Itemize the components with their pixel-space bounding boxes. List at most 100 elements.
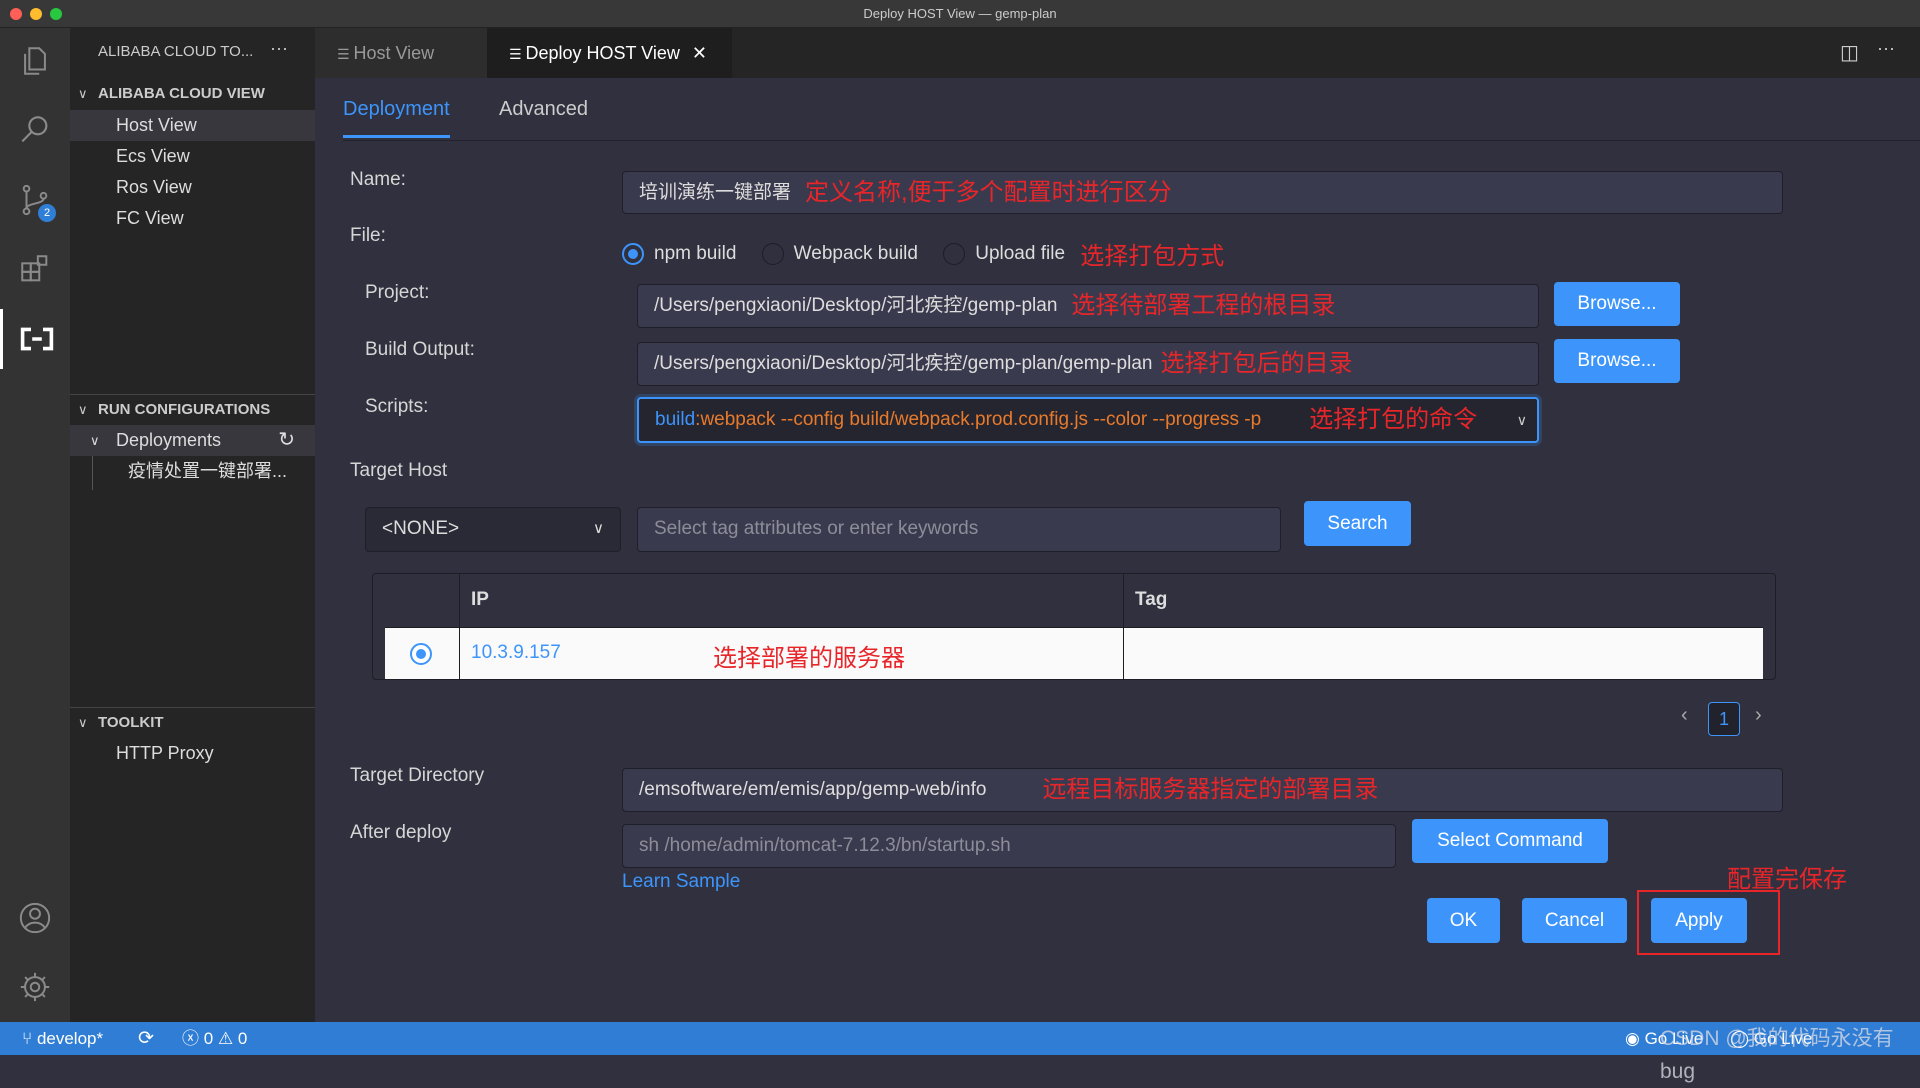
extensions-icon[interactable] [0, 239, 70, 299]
close-window-button[interactable] [10, 8, 22, 20]
account-icon[interactable] [0, 888, 70, 948]
chevron-down-icon[interactable]: ∨ [78, 402, 88, 418]
annotation: 选择部署的服务器 [713, 645, 905, 672]
annotation: 定义名称,便于多个配置时进行区分 [805, 179, 1172, 206]
script-command: webpack --config build/webpack.prod.conf… [700, 409, 1262, 431]
sidebar-item-http-proxy[interactable]: HTTP Proxy [70, 738, 315, 769]
build-output-value: /Users/pengxiaoni/Desktop/河北疾控/gemp-plan… [654, 353, 1153, 375]
annotation: 选择打包的命令 [1309, 406, 1478, 433]
search-button[interactable]: Search [1304, 501, 1411, 546]
divider [70, 707, 315, 708]
after-deploy-input[interactable]: sh /home/admin/tomcat-7.12.3/bn/startup.… [622, 824, 1396, 868]
name-input[interactable]: 培训演练一键部署 定义名称,便于多个配置时进行区分 [622, 171, 1783, 214]
project-value: /Users/pengxiaoni/Desktop/河北疾控/gemp-plan [654, 295, 1058, 317]
tab-host-view[interactable]: ☰ Host View [315, 28, 487, 78]
more-actions-icon[interactable]: ··· [270, 38, 288, 59]
tree-item-deployment-config[interactable]: 疫情处置一键部署... [70, 456, 315, 487]
sidebar-item-fc-view[interactable]: FC View [70, 203, 315, 234]
row-radio[interactable] [410, 643, 432, 665]
broadcast-icon: ◉ [1625, 1029, 1640, 1048]
files-icon[interactable] [0, 31, 70, 91]
chevron-down-icon: ∨ [593, 520, 604, 537]
annotation: 选择打包方式 [1080, 243, 1225, 270]
annotation: 配置完保存 [1727, 866, 1847, 893]
radio-upload-file[interactable]: Upload file [943, 242, 1065, 265]
annotation: 远程目标服务器指定的部署目录 [1042, 776, 1379, 803]
project-label: Project: [365, 282, 430, 303]
alibaba-cloud-icon[interactable] [0, 309, 70, 369]
status-bar: ⑂ develop* ⟳ ⓧ 0 ⚠ 0 ◉ Go Live ◯ Go Live… [0, 1022, 1920, 1083]
maximize-window-button[interactable] [50, 8, 62, 20]
tab-deploy-host-view[interactable]: ☰ Deploy HOST View ✕ [487, 28, 732, 78]
target-directory-input[interactable]: /emsoftware/em/emis/app/gemp-web/info 远程目… [622, 768, 1783, 812]
next-page-icon[interactable]: › [1755, 704, 1762, 727]
tree-item-deployments[interactable]: ∨ Deployments ↻ [70, 425, 315, 456]
column-header-ip: IP [471, 589, 489, 610]
browse-output-button[interactable]: Browse... [1554, 339, 1680, 383]
split-editor-icon[interactable]: ◫ [1840, 40, 1859, 65]
close-tab-icon[interactable]: ✕ [692, 43, 707, 63]
error-icon: ⓧ [182, 1029, 199, 1048]
target-host-label: Target Host [350, 460, 448, 481]
chevron-down-icon[interactable]: ∨ [78, 715, 88, 731]
learn-sample-link[interactable]: Learn Sample [622, 871, 740, 893]
file-radio-group: npm build Webpack build Upload file 选择打包… [622, 236, 1224, 271]
problems-item[interactable]: ⓧ 0 ⚠ 0 [182, 1022, 247, 1055]
window-title: Deploy HOST View — gemp-plan [863, 6, 1057, 21]
sidebar-title: ALIBABA CLOUD TO... [98, 43, 254, 60]
cancel-button[interactable]: Cancel [1522, 898, 1627, 943]
divider [343, 140, 1920, 141]
chevron-down-icon: ∨ [90, 433, 100, 448]
column-divider [1123, 628, 1124, 679]
radio-npm-build[interactable]: npm build [622, 242, 736, 265]
target-directory-value: /emsoftware/em/emis/app/gemp-web/info [639, 779, 987, 801]
minimize-window-button[interactable] [30, 8, 42, 20]
sidebar-item-ecs-view[interactable]: Ecs View [70, 141, 315, 172]
browse-project-button[interactable]: Browse... [1554, 282, 1680, 326]
select-command-button[interactable]: Select Command [1412, 819, 1608, 863]
script-key: build [655, 409, 696, 431]
target-directory-label: Target Directory [350, 765, 485, 786]
refresh-icon[interactable]: ↻ [278, 425, 295, 456]
deploy-form: Deployment Advanced Name: 培训演练一键部署 定义名称,便… [315, 78, 1920, 1022]
sync-icon[interactable]: ⟳ [138, 1022, 154, 1055]
chevron-down-icon: ∨ [1516, 412, 1527, 428]
file-lines-icon: ☰ [337, 46, 354, 62]
tag-select[interactable]: <NONE> ∨ [365, 507, 621, 552]
sidebar-item-host-view[interactable]: Host View [70, 110, 315, 141]
activity-bar: 2 [0, 28, 70, 1022]
build-output-input[interactable]: /Users/pengxiaoni/Desktop/河北疾控/gemp-plan… [637, 342, 1539, 386]
apply-button[interactable]: Apply [1651, 898, 1747, 943]
table-row[interactable]: 10.3.9.157 选择部署的服务器 [385, 627, 1763, 679]
page-1-button[interactable]: 1 [1708, 702, 1740, 736]
settings-gear-icon[interactable] [0, 957, 70, 1017]
ok-button[interactable]: OK [1427, 898, 1500, 943]
chevron-down-icon[interactable]: ∨ [78, 86, 88, 102]
warning-icon: ⚠ [217, 1029, 234, 1048]
title-bar: Deploy HOST View — gemp-plan [0, 0, 1920, 28]
section-alibaba-cloud-view[interactable]: ALIBABA CLOUD VIEW [98, 85, 265, 102]
column-divider [459, 628, 460, 679]
scripts-select[interactable]: build:webpack --config build/webpack.pro… [637, 397, 1539, 443]
sidebar-item-ros-view[interactable]: Ros View [70, 172, 315, 203]
sidebar: ALIBABA CLOUD TO... ··· ∨ ALIBABA CLOUD … [70, 28, 315, 1022]
annotation-wrap: 配置完保存 [1727, 859, 1847, 894]
radio-webpack-build[interactable]: Webpack build [761, 242, 918, 265]
project-input[interactable]: /Users/pengxiaoni/Desktop/河北疾控/gemp-plan… [637, 284, 1539, 328]
editor-tab-bar: ☰ Host View ☰ Deploy HOST View ✕ ◫ ··· [315, 28, 1920, 78]
prev-page-icon[interactable]: ‹ [1681, 704, 1688, 727]
branch-item[interactable]: ⑂ develop* [22, 1022, 103, 1055]
build-output-label: Build Output: [365, 339, 475, 360]
more-actions-icon[interactable]: ··· [1877, 38, 1895, 59]
tab-deployment[interactable]: Deployment [343, 98, 450, 138]
search-icon[interactable] [0, 100, 70, 160]
source-control-icon[interactable]: 2 [0, 170, 70, 230]
tag-select-value: <NONE> [382, 518, 460, 539]
name-value: 培训演练一键部署 [639, 182, 792, 204]
section-toolkit[interactable]: TOOLKIT [98, 714, 164, 731]
column-header-tag: Tag [1135, 589, 1168, 610]
section-run-configurations[interactable]: RUN CONFIGURATIONS [98, 401, 270, 418]
deployments-label: Deployments [116, 430, 222, 450]
search-input[interactable]: Select tag attributes or enter keywords [637, 507, 1281, 552]
tab-advanced[interactable]: Advanced [499, 98, 588, 121]
